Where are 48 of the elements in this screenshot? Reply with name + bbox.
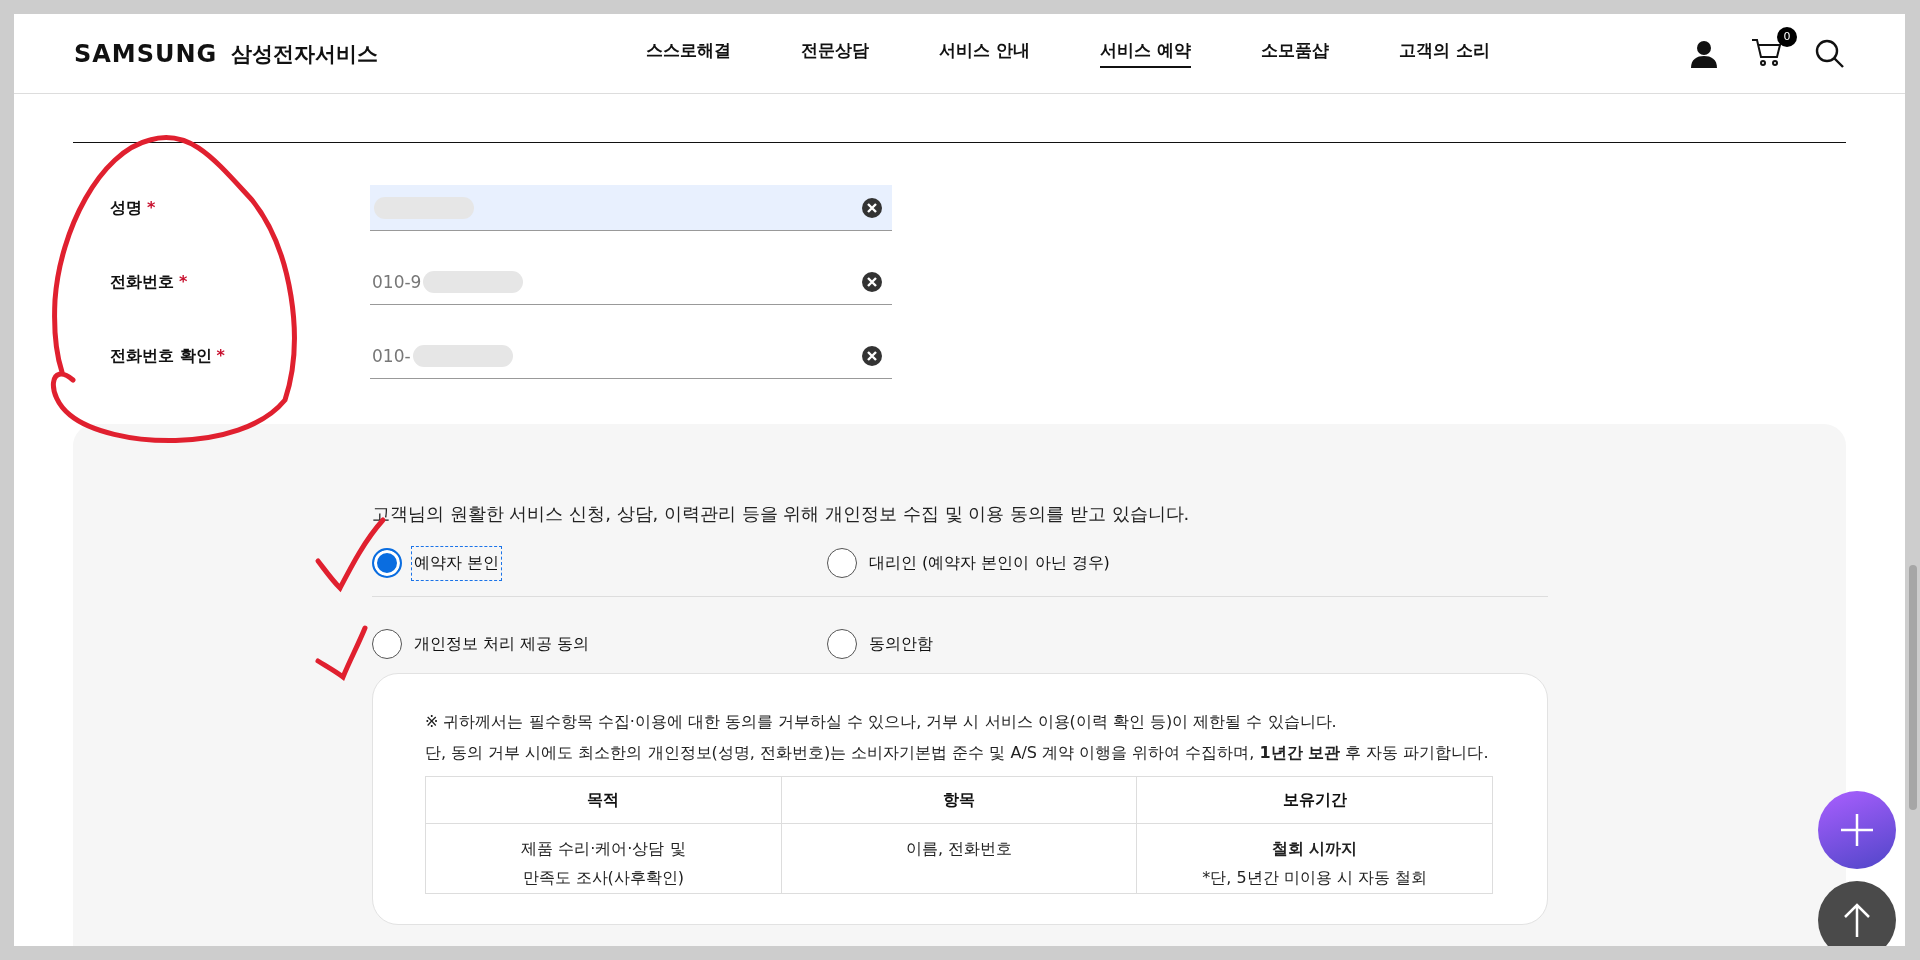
radio-option[interactable]: 개인정보 처리 제공 동의 (372, 629, 827, 659)
table-cell-text: 철회 시까지 (1270, 838, 1359, 860)
notice-text: ※ 귀하께서는 필수항목 수집·이용에 대한 동의를 거부하실 수 있으나, 거부 시 서비스 이용(이력 확인 등)이 제한될 수 있습니다. (425, 711, 1338, 733)
clear-icon[interactable] (862, 345, 882, 366)
clear-icon[interactable] (862, 197, 882, 218)
nav-link[interactable]: 전문상담 (801, 39, 869, 68)
table-header-cell: 보유기간 (1136, 776, 1493, 824)
radio-button[interactable] (827, 629, 857, 659)
radio-button[interactable] (827, 548, 857, 578)
table-cell-text: 이름, 전화번호 (904, 838, 1014, 860)
up-arrow-icon (1842, 902, 1872, 938)
brand-logo[interactable]: SAMSUNG (74, 39, 218, 68)
required-mark: * (216, 345, 225, 365)
scrollbar-thumb[interactable] (1909, 565, 1917, 810)
nav-link[interactable]: 고객의 소리 (1398, 39, 1490, 68)
required-mark: * (179, 271, 188, 291)
field-label: 전화번호 * (109, 271, 189, 293)
radio-option[interactable]: 동의안함 (827, 629, 933, 659)
field-label: 성명 * (109, 197, 157, 219)
service-name[interactable]: 삼성전자서비스 (231, 39, 379, 68)
cart-count-badge: 0 (1777, 26, 1797, 47)
scroll-top-button[interactable] (1818, 881, 1896, 946)
radio-button[interactable] (372, 548, 402, 578)
table-cell-text: 만족도 조사(사후확인) (521, 867, 686, 889)
table-header-cell: 항목 (781, 776, 1137, 824)
input-field[interactable]: 010- (370, 333, 892, 379)
required-mark: * (147, 197, 156, 217)
table-cell-text: 제품 수리·케어·상담 및 (520, 838, 687, 860)
nav-link[interactable]: 서비스 안내 (939, 39, 1030, 68)
plus-icon (1839, 812, 1875, 848)
field-label: 전화번호 확인 * (109, 345, 226, 367)
input-field[interactable]: 010-9 (370, 259, 892, 305)
user-icon[interactable] (1689, 38, 1719, 69)
clear-icon[interactable] (862, 271, 882, 292)
nav-link[interactable]: 서비스 예약 (1099, 39, 1191, 68)
consent-intro-text: 고객님의 원활한 서비스 신청, 상담, 이력관리 등을 위해 개인정보 수집 및 이용 동의를 받고 있습니다. (372, 502, 1191, 526)
table-header-cell: 목적 (425, 776, 782, 824)
radio-option[interactable]: 예약자 본인 (372, 548, 827, 578)
nav-link[interactable]: 소모품샵 (1260, 39, 1329, 68)
notice-text: 단, 동의 거부 시에도 최소한의 개인정보(성명, 전화번호)는 소비자기본법 준수 및 A/S 계약 이행을 위하여 수집하며, 1년간 보관 후 자동 파기합니다. (425, 742, 1490, 764)
table-cell-text: *단, 5년간 미이용 시 자동 철회 (1201, 867, 1428, 889)
radio-option[interactable]: 대리인 (예약자 본인이 아닌 경우) (827, 548, 1110, 578)
nav-link[interactable]: 스스로해결 (646, 39, 731, 68)
input-field[interactable] (370, 185, 892, 231)
search-icon[interactable] (1815, 38, 1845, 69)
checkmark-drawing (315, 625, 368, 680)
radio-button[interactable] (372, 629, 402, 659)
cart-icon[interactable] (1751, 36, 1783, 67)
